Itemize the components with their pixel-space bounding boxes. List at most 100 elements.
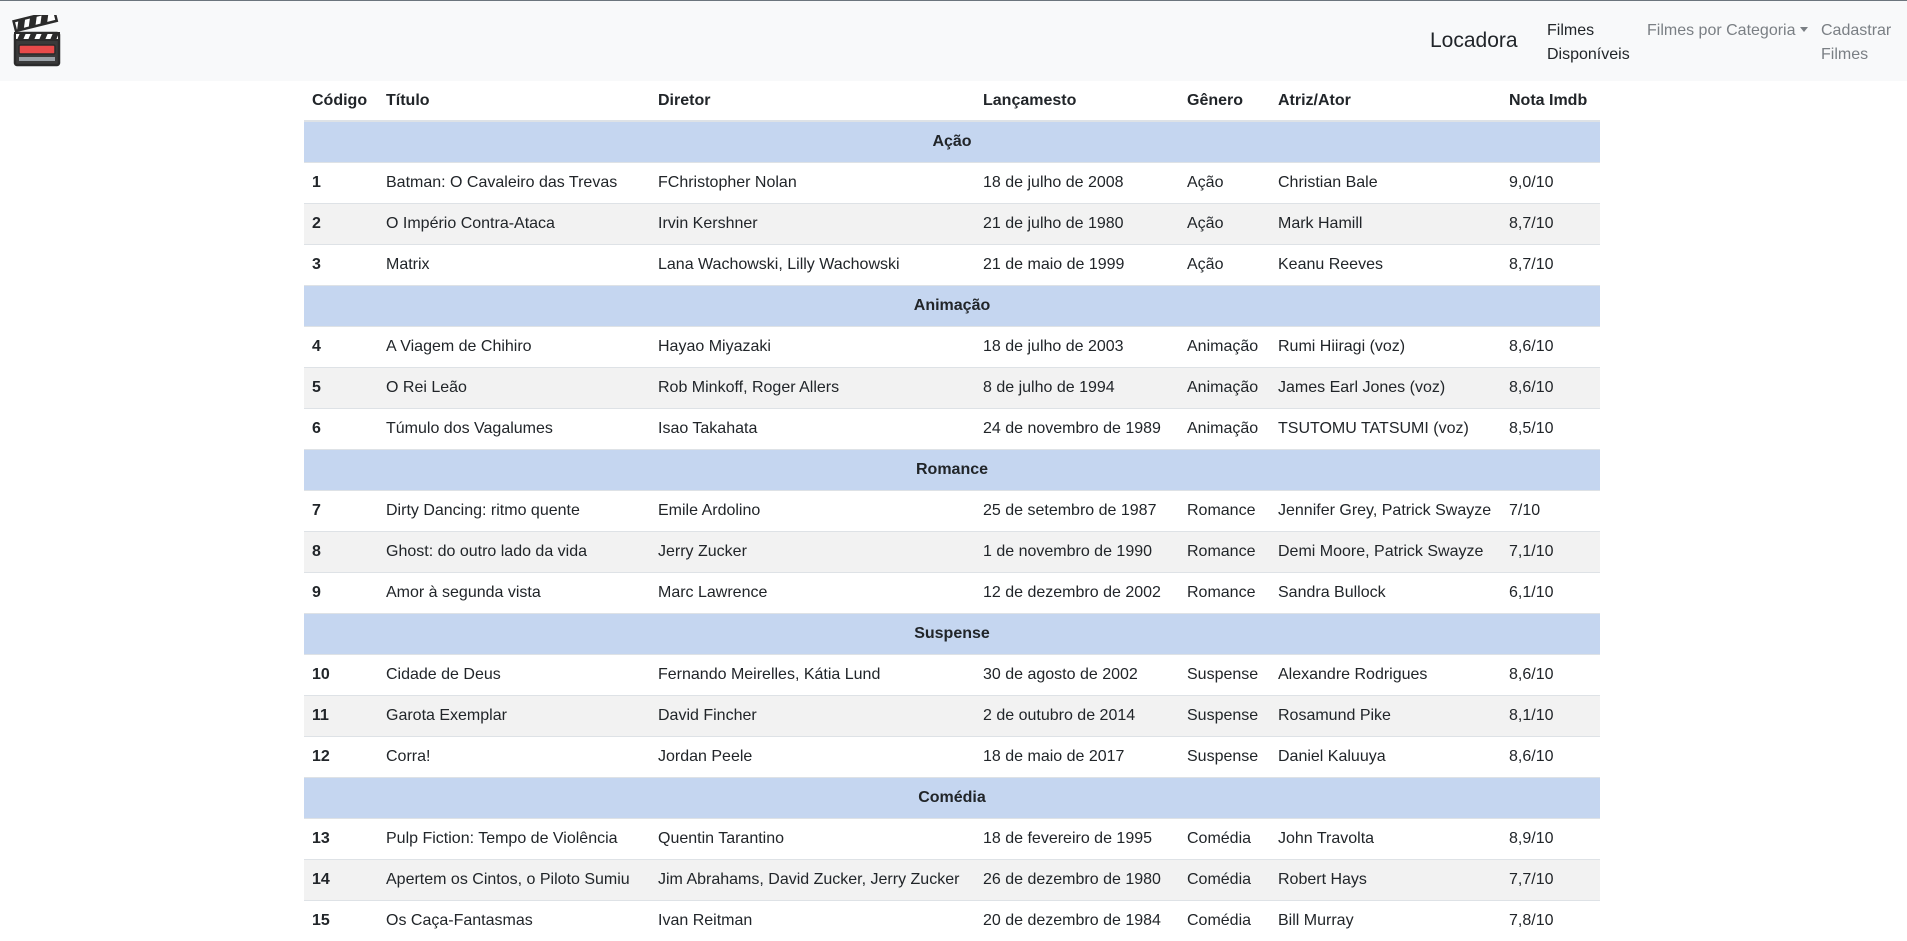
- table-row: 4A Viagem de Chihiro Hayao Miyazaki 18 de …: [304, 325, 1600, 367]
- table-cell: Bill Murray: [1270, 899, 1501, 941]
- table-cell: Pulp Fiction: Tempo de Violência: [378, 817, 650, 859]
- nav-available-movies[interactable]: Filmes Disponíveis: [1547, 19, 1647, 67]
- table-cell: Robert Hays: [1270, 858, 1501, 900]
- table-cell: 13: [304, 817, 378, 859]
- table-cell: Dirty Dancing: ritmo quente: [378, 489, 650, 531]
- nav-category-dropdown[interactable]: Filmes por Categoria: [1647, 19, 1808, 43]
- table-cell: Ação: [1179, 243, 1270, 285]
- column-header: Título: [378, 81, 650, 122]
- table-cell: 2: [304, 202, 378, 244]
- table-row: 8 Ghost: do outro lado da vida Jerry Zucke…: [304, 530, 1600, 572]
- table-cell: 8,6/10: [1501, 735, 1600, 777]
- table-cell: Ghost: do outro lado da vida: [378, 530, 650, 572]
- table-cell: O Rei Leão: [378, 366, 650, 408]
- table-cell: 3: [304, 243, 378, 285]
- table-cell: Animação: [1179, 325, 1270, 367]
- movies-table: Código Título Diretor Lançamesto Gênero Atriz…: [304, 81, 1600, 941]
- table-cell: 5: [304, 366, 378, 408]
- category-row: Comédia: [304, 776, 1600, 818]
- table-cell: 8,5/10: [1501, 407, 1600, 449]
- table-row: 9 Amor à segunda vista Marc Lawrence 12 de …: [304, 571, 1600, 613]
- table-cell: Jerry Zucker: [650, 530, 975, 572]
- table-row: 12 Corra! Jordan Peele 18 de maio de 2017 Su…: [304, 735, 1600, 777]
- table-cell: 8,7/10: [1501, 243, 1600, 285]
- table-cell: 12 de dezembro de 2002: [975, 571, 1179, 613]
- table-cell: Amor à segunda vista: [378, 571, 650, 613]
- table-cell: 6,1/10: [1501, 571, 1600, 613]
- table-cell: 8,6/10: [1501, 325, 1600, 367]
- table-cell: Ação: [1179, 202, 1270, 244]
- table-cell: 18 de fevereiro de 1995: [975, 817, 1179, 859]
- category-label: Animação: [304, 284, 1600, 326]
- brand-link[interactable]: Locadora: [1430, 29, 1518, 53]
- nav-register-movies[interactable]: Cadastrar Filmes: [1821, 19, 1901, 67]
- table-cell: 14: [304, 858, 378, 900]
- table-cell: 7: [304, 489, 378, 531]
- table-cell: TSUTOMU TATSUMI (voz): [1270, 407, 1501, 449]
- category-label: Suspense: [304, 612, 1600, 654]
- table-cell: Keanu Reeves: [1270, 243, 1501, 285]
- table-cell: 18 de julho de 2008: [975, 161, 1179, 203]
- table-cell: Romance: [1179, 571, 1270, 613]
- clapperboard-icon[interactable]: [12, 15, 62, 69]
- table-cell: 20 de dezembro de 1984: [975, 899, 1179, 941]
- column-header: Gênero: [1179, 81, 1270, 122]
- table-cell: 12: [304, 735, 378, 777]
- table-row: 14 Apertem os Cintos, o Piloto Sumiu Jim A…: [304, 858, 1600, 900]
- table-cell: Ação: [1179, 161, 1270, 203]
- table-cell: Comédia: [1179, 899, 1270, 941]
- table-cell: 8,9/10: [1501, 817, 1600, 859]
- table-cell: 15: [304, 899, 378, 941]
- table-cell: Christian Bale: [1270, 161, 1501, 203]
- table-cell: Rosamund Pike: [1270, 694, 1501, 736]
- table-cell: Demi Moore, Patrick Swayze: [1270, 530, 1501, 572]
- table-cell: 8,1/10: [1501, 694, 1600, 736]
- table-cell: Suspense: [1179, 653, 1270, 695]
- table-cell: Marc Lawrence: [650, 571, 975, 613]
- table-cell: Ivan Reitman: [650, 899, 975, 941]
- table-cell: Hayao Miyazaki: [650, 325, 975, 367]
- table-cell: Lana Wachowski, Lilly Wachowski: [650, 243, 975, 285]
- navbar: Locadora Filmes Disponíveis Filmes por C…: [0, 0, 1907, 81]
- table-cell: Romance: [1179, 530, 1270, 572]
- movies-table-container: Código Título Diretor Lançamesto Gênero Atriz…: [304, 81, 1600, 941]
- table-cell: Comédia: [1179, 858, 1270, 900]
- table-row: 13 Pulp Fiction: Tempo de Violência Quenti…: [304, 817, 1600, 859]
- table-cell: 6: [304, 407, 378, 449]
- table-cell: David Fincher: [650, 694, 975, 736]
- table-cell: 8 de julho de 1994: [975, 366, 1179, 408]
- table-cell: 25 de setembro de 1987: [975, 489, 1179, 531]
- table-cell: Irvin Kershner: [650, 202, 975, 244]
- table-cell: Quentin Tarantino: [650, 817, 975, 859]
- table-cell: Os Caça-Fantasmas: [378, 899, 650, 941]
- table-cell: James Earl Jones (voz): [1270, 366, 1501, 408]
- table-cell: Jim Abrahams, David Zucker, Jerry Zucker: [650, 858, 975, 900]
- table-cell: Garota Exemplar: [378, 694, 650, 736]
- table-row: 1 Batman: O Cavaleiro das Trevas FChristop…: [304, 161, 1600, 203]
- table-cell: 1 de novembro de 1990: [975, 530, 1179, 572]
- nav-category-label: Filmes por Categoria: [1647, 22, 1796, 39]
- table-header: Código Título Diretor Lançamesto Gênero Atriz…: [304, 81, 1600, 122]
- table-cell: Alexandre Rodrigues: [1270, 653, 1501, 695]
- table-cell: 7,8/10: [1501, 899, 1600, 941]
- table-cell: Batman: O Cavaleiro das Trevas: [378, 161, 650, 203]
- table-cell: Suspense: [1179, 735, 1270, 777]
- table-cell: 1: [304, 161, 378, 203]
- table-cell: Jordan Peele: [650, 735, 975, 777]
- table-cell: 18 de julho de 2003: [975, 325, 1179, 367]
- category-label: Romance: [304, 448, 1600, 490]
- table-cell: O Império Contra-Ataca: [378, 202, 650, 244]
- column-header: Código: [304, 81, 378, 122]
- table-row: 7 Dirty Dancing: ritmo quente Emile Ardoli…: [304, 489, 1600, 531]
- table-cell: 18 de maio de 2017: [975, 735, 1179, 777]
- table-cell: Emile Ardolino: [650, 489, 975, 531]
- table-cell: 4: [304, 325, 378, 367]
- table-row: 10 Cidade de Deus Fernando Meirelles, Káti…: [304, 653, 1600, 695]
- category-row: Suspense: [304, 612, 1600, 654]
- table-cell: Rob Minkoff, Roger Allers: [650, 366, 975, 408]
- table-cell: Rumi Hiiragi (voz): [1270, 325, 1501, 367]
- column-header: Nota Imdb: [1501, 81, 1600, 122]
- table-cell: Matrix: [378, 243, 650, 285]
- table-cell: Apertem os Cintos, o Piloto Sumiu: [378, 858, 650, 900]
- table-cell: 8: [304, 530, 378, 572]
